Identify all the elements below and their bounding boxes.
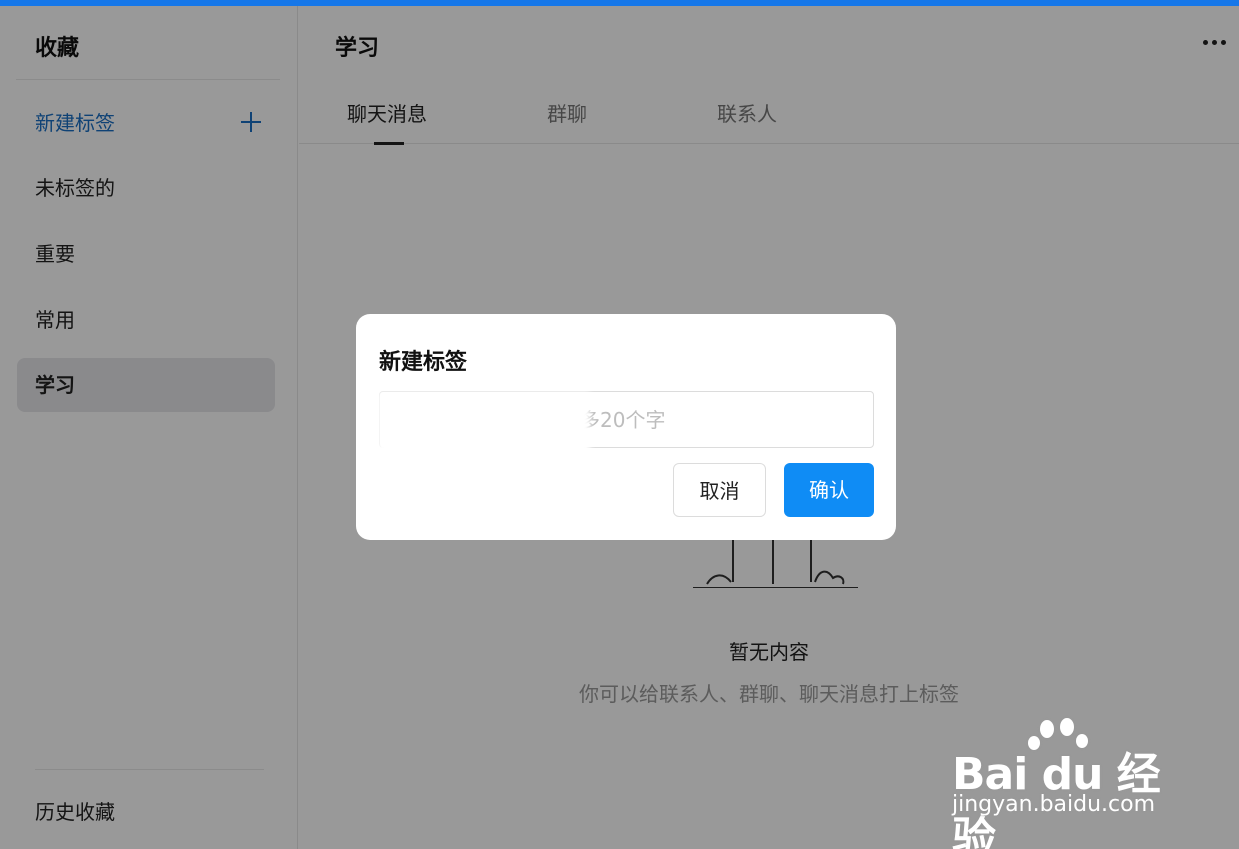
watermark-url: jingyan.baidu.com	[952, 792, 1156, 817]
confirm-button[interactable]: 确认	[784, 463, 874, 517]
dialog-title: 新建标签	[379, 350, 468, 375]
baidu-watermark: Bai du 经验 jingyan.baidu.com	[948, 718, 1178, 849]
cancel-button[interactable]: 取消	[673, 463, 766, 517]
new-tag-dialog: 新建标签 取消 确认	[356, 314, 896, 540]
redacted-region	[378, 392, 590, 456]
